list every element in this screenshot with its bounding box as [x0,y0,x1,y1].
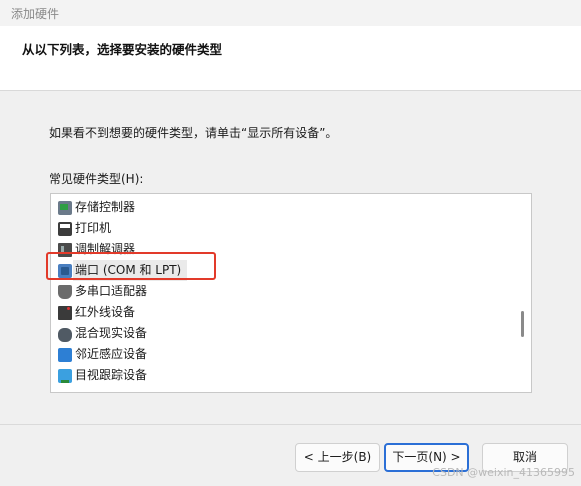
back-button[interactable]: < 上一步(B) [295,443,380,472]
red-annotation-box [46,252,216,280]
wizard-header: 从以下列表，选择要安装的硬件类型 [0,26,581,91]
watermark: CSDN @weixin_41365995 [432,466,575,479]
list-item-infrared[interactable]: 红外线设备 [51,302,511,323]
hardware-type-list[interactable]: 存储控制器 打印机 调制解调器 端口 (COM 和 LPT) 多串口适配器 红外… [50,193,532,393]
infrared-icon [58,305,72,320]
list-item-label: 混合现实设备 [75,326,148,340]
page-heading: 从以下列表，选择要安装的硬件类型 [22,42,223,57]
hardware-type-list-label: 常见硬件类型(H): [49,172,144,186]
list-item-proximity[interactable]: 邻近感应设备 [51,344,511,365]
hardware-type-items: 存储控制器 打印机 调制解调器 端口 (COM 和 LPT) 多串口适配器 红外… [51,197,511,386]
multiport-serial-icon [58,284,72,299]
title-bar[interactable]: 添加硬件 [0,0,581,26]
window-title: 添加硬件 [11,7,60,21]
list-item-mixed-reality[interactable]: 混合现实设备 [51,323,511,344]
proximity-icon [58,347,72,362]
list-item-eye-tracking[interactable]: 目视跟踪设备 [51,365,511,386]
list-scrollbar[interactable] [513,194,531,392]
list-item-printer[interactable]: 打印机 [51,218,511,239]
scrollbar-thumb[interactable] [521,311,524,337]
footer-divider [0,424,581,425]
list-item-label: 多串口适配器 [75,284,148,298]
list-item-label: 红外线设备 [75,305,136,319]
list-item-label: 目视跟踪设备 [75,368,148,382]
list-item-multiport-serial[interactable]: 多串口适配器 [51,281,511,302]
list-item-label: 存储控制器 [75,200,136,214]
list-item-label: 打印机 [75,221,112,235]
eye-tracking-icon [58,368,72,383]
printer-icon [58,221,72,236]
list-item-label: 邻近感应设备 [75,347,148,361]
instruction-text: 如果看不到想要的硬件类型，请单击“显示所有设备”。 [49,126,338,140]
storage-controller-icon [58,200,72,215]
list-item-storage-controller[interactable]: 存储控制器 [51,197,511,218]
mixed-reality-icon [58,328,72,342]
add-hardware-dialog: 添加硬件 从以下列表，选择要安装的硬件类型 如果看不到想要的硬件类型，请单击“显… [0,0,581,486]
